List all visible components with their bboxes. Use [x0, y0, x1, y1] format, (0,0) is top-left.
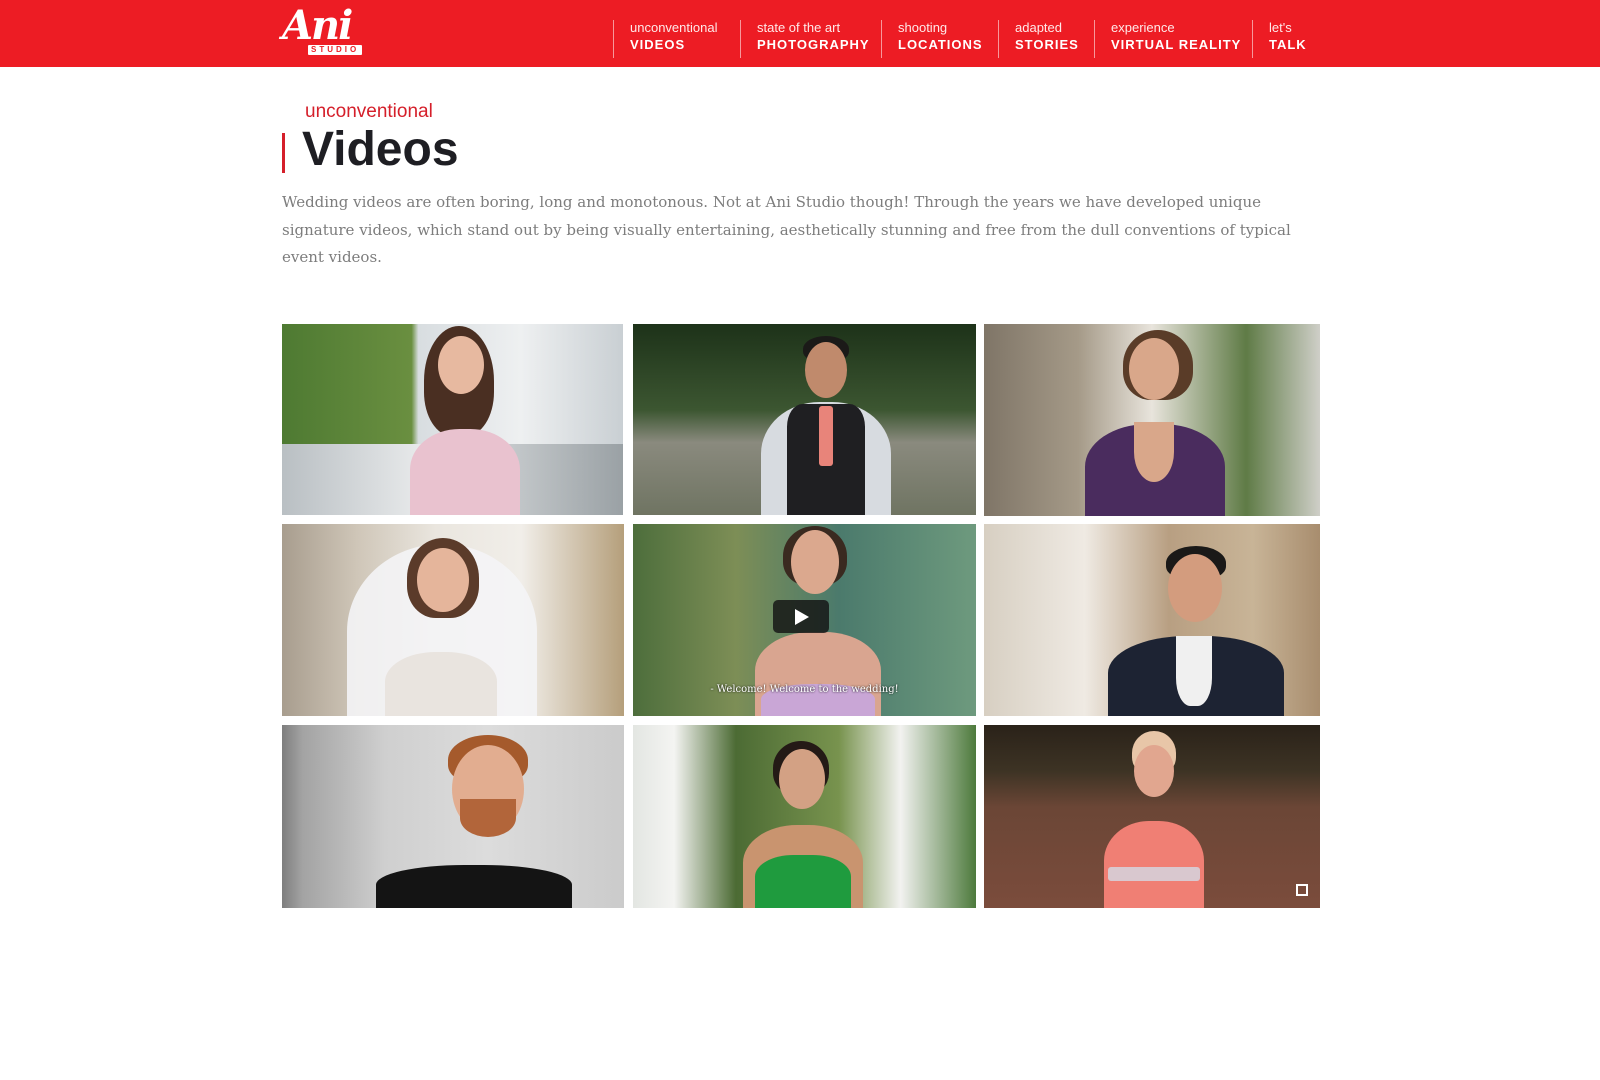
nav-item-kicker: shooting [898, 20, 948, 35]
nav-item-stories[interactable]: adapted STORIES [998, 20, 1079, 58]
ani-studio-logo[interactable]: Ani STUDIO [282, 2, 374, 56]
play-button[interactable] [773, 600, 829, 633]
logo-wordmark: Ani [282, 2, 353, 49]
logo-subtitle: STUDIO [308, 45, 363, 55]
play-icon [795, 609, 809, 625]
nav-item-kicker: state of the art [757, 20, 841, 35]
top-navigation-bar: Ani STUDIO unconventional VIDEOS state o… [0, 0, 1600, 67]
nav-item-photography[interactable]: state of the art PHOTOGRAPHY [740, 20, 870, 58]
nav-item-kicker: experience [1111, 20, 1175, 35]
heading-accent-bar [282, 133, 285, 173]
video-thumbnail[interactable] [282, 524, 624, 716]
nav-item-label: TALK [1269, 37, 1307, 52]
nav-item-virtual-reality[interactable]: experience VIRTUAL REALITY [1094, 20, 1241, 58]
page-title: Videos [302, 123, 459, 176]
video-player-thumbnail[interactable]: - Welcome! Welcome to the wedding! [633, 524, 976, 716]
nav-item-label: STORIES [1015, 37, 1079, 52]
video-thumbnail[interactable] [633, 324, 976, 515]
video-thumbnail[interactable] [282, 324, 623, 515]
nav-item-label: VIRTUAL REALITY [1111, 37, 1242, 52]
video-thumbnail[interactable] [282, 725, 624, 908]
video-thumbnail[interactable] [984, 725, 1320, 908]
nav-item-videos[interactable]: unconventional VIDEOS [613, 20, 717, 58]
nav-item-label: LOCATIONS [898, 37, 983, 52]
video-thumbnail[interactable] [984, 524, 1320, 716]
nav-item-kicker: let's [1269, 20, 1292, 35]
intro-paragraph: Wedding videos are often boring, long an… [282, 193, 1291, 266]
video-caption: - Welcome! Welcome to the wedding! [710, 684, 899, 695]
nav-item-talk[interactable]: let's TALK [1252, 20, 1307, 58]
nav-item-kicker: adapted [1015, 20, 1062, 35]
video-thumbnail[interactable] [633, 725, 976, 908]
nav-item-label: PHOTOGRAPHY [757, 37, 870, 52]
nav-item-label: VIDEOS [630, 37, 686, 52]
video-thumbnail[interactable] [984, 324, 1320, 516]
nav-item-locations[interactable]: shooting LOCATIONS [881, 20, 983, 58]
fullscreen-icon[interactable] [1296, 884, 1308, 896]
nav-item-kicker: unconventional [630, 20, 718, 35]
video-grid: - Welcome! Welcome to the wedding! [282, 324, 1320, 908]
